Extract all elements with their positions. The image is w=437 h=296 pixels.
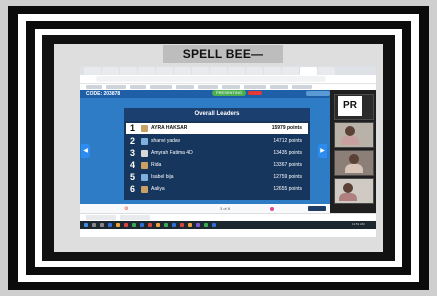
download-item[interactable] bbox=[120, 215, 150, 220]
start-icon[interactable] bbox=[84, 223, 88, 227]
bookmark[interactable] bbox=[130, 85, 146, 89]
participant-face bbox=[343, 183, 353, 193]
browser-tab[interactable] bbox=[156, 67, 173, 75]
player-name: AYRA HAKSAR bbox=[151, 125, 188, 131]
taskbar-app-icon[interactable] bbox=[196, 223, 200, 227]
browser-tab[interactable] bbox=[174, 67, 191, 75]
bookmark[interactable] bbox=[176, 85, 194, 89]
browser-tab[interactable] bbox=[84, 67, 101, 75]
browser-tab[interactable] bbox=[264, 67, 281, 75]
taskbar-app-icon[interactable] bbox=[132, 223, 136, 227]
browser-tab-active[interactable] bbox=[300, 67, 317, 75]
leaderboard-row: 3 Amyrah Fatima 4D 13435 points bbox=[126, 148, 308, 159]
page-title: SPELL BEE—25.5.21 bbox=[163, 45, 283, 79]
taskbar-app-icon[interactable] bbox=[116, 223, 120, 227]
player-points: 15979 points bbox=[271, 125, 302, 131]
player-points: 13367 points bbox=[273, 162, 302, 168]
taskbar-app-icon[interactable] bbox=[172, 223, 176, 227]
participant-body bbox=[345, 164, 363, 173]
taskbar-app-icon[interactable] bbox=[204, 223, 208, 227]
bookmark[interactable] bbox=[106, 85, 126, 89]
rank: 2 bbox=[130, 136, 136, 146]
presentation-footer bbox=[80, 204, 330, 213]
leaderboard-row: 1 AYRA HAKSAR 15979 points bbox=[126, 123, 308, 134]
page-indicator: 3 of 8 bbox=[220, 206, 231, 211]
end-session-button[interactable] bbox=[308, 206, 326, 211]
gear-icon[interactable]: ⚙ bbox=[124, 206, 128, 212]
avatar-icon bbox=[141, 162, 148, 169]
participant-face bbox=[345, 126, 355, 136]
taskbar-app-icon[interactable] bbox=[156, 223, 160, 227]
url-field[interactable] bbox=[96, 76, 326, 82]
join-code: CODE: 203878 bbox=[86, 91, 121, 97]
browser-tab[interactable] bbox=[282, 67, 299, 75]
task-view-icon[interactable] bbox=[100, 223, 104, 227]
search-icon[interactable] bbox=[92, 223, 96, 227]
rank: 4 bbox=[130, 160, 136, 170]
avatar-icon bbox=[141, 150, 148, 157]
player-points: 14712 points bbox=[273, 138, 302, 144]
taskbar-app-icon[interactable] bbox=[188, 223, 192, 227]
browser-tab[interactable] bbox=[246, 67, 263, 75]
browser-tab[interactable] bbox=[210, 67, 227, 75]
avatar-icon bbox=[141, 186, 148, 193]
player-name: shanvi yadav bbox=[151, 138, 181, 144]
player-points: 12655 points bbox=[273, 186, 302, 192]
download-item[interactable] bbox=[86, 215, 116, 220]
leaderboard-row: 2 shanvi yadav 14712 points bbox=[126, 136, 308, 147]
rank: 3 bbox=[130, 148, 136, 158]
taskbar-app-icon[interactable] bbox=[180, 223, 184, 227]
leaderboard-header: Overall Leaders bbox=[124, 108, 310, 121]
chevron-right-icon[interactable]: ▶ bbox=[318, 144, 327, 158]
browser-tab[interactable] bbox=[138, 67, 155, 75]
player-points: 12759 points bbox=[273, 174, 302, 180]
participant-body bbox=[339, 193, 357, 201]
logo-icon: PR bbox=[338, 96, 362, 116]
presenting-badge: PRESENTING bbox=[212, 90, 246, 96]
player-points: 13435 points bbox=[273, 150, 302, 156]
bookmark[interactable] bbox=[270, 85, 288, 89]
rank: 1 bbox=[130, 123, 136, 133]
bookmark[interactable] bbox=[150, 85, 172, 89]
bookmark[interactable] bbox=[292, 85, 312, 89]
leaderboard-row: 6 Aaliya 12655 points bbox=[126, 184, 308, 195]
taskbar-app-icon[interactable] bbox=[212, 223, 216, 227]
rank: 6 bbox=[130, 184, 136, 194]
bookmark[interactable] bbox=[244, 85, 266, 89]
avatar-icon bbox=[141, 174, 148, 181]
taskbar-app-icon[interactable] bbox=[140, 223, 144, 227]
chevron-left-icon[interactable]: ◀ bbox=[81, 144, 90, 158]
browser-tab[interactable] bbox=[120, 67, 137, 75]
taskbar-app-icon[interactable] bbox=[148, 223, 152, 227]
player-name: Aaliya bbox=[151, 186, 165, 192]
taskbar-clock: 11:51 AM bbox=[352, 222, 365, 226]
reaction-icon[interactable] bbox=[270, 207, 274, 211]
screenshot: CODE: 203878 PRESENTING Overall Leaders … bbox=[80, 66, 376, 237]
browser-tab[interactable] bbox=[192, 67, 209, 75]
participant-body bbox=[341, 136, 359, 145]
leaderboard-row: 5 Isabel bija 12759 points bbox=[126, 172, 308, 183]
player-name: Amyrah Fatima 4D bbox=[151, 150, 193, 156]
end-quiz-button[interactable] bbox=[248, 91, 262, 95]
bookmark[interactable] bbox=[222, 85, 240, 89]
browser-tab[interactable] bbox=[228, 67, 245, 75]
leaderboard-row: 4 Rida 13367 points bbox=[126, 160, 308, 171]
browser-tab[interactable] bbox=[318, 67, 335, 75]
participant-face bbox=[349, 154, 359, 164]
taskbar-app-icon[interactable] bbox=[164, 223, 168, 227]
bookmark[interactable] bbox=[198, 85, 218, 89]
browser-tab[interactable] bbox=[102, 67, 119, 75]
bookmark[interactable] bbox=[86, 85, 102, 89]
rank: 5 bbox=[130, 172, 136, 182]
header-menu-button[interactable] bbox=[306, 91, 330, 96]
avatar-icon bbox=[141, 138, 148, 145]
player-name: Isabel bija bbox=[151, 174, 174, 180]
player-name: Rida bbox=[151, 162, 162, 168]
avatar-icon bbox=[141, 125, 148, 132]
taskbar-app-icon[interactable] bbox=[108, 223, 112, 227]
taskbar-app-icon[interactable] bbox=[124, 223, 128, 227]
